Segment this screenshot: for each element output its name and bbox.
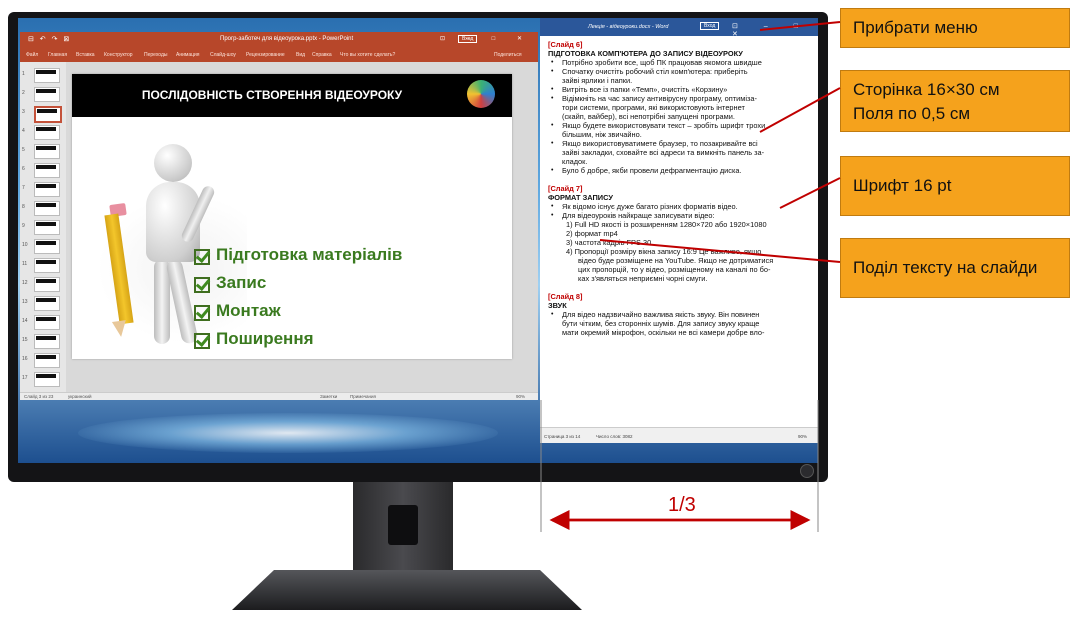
pointer-line-font [779,177,841,209]
annotation-arrows [540,21,841,532]
pointer-line-split [599,239,841,263]
pointer-line-page [759,87,841,133]
pointer-line-menu [759,21,841,31]
